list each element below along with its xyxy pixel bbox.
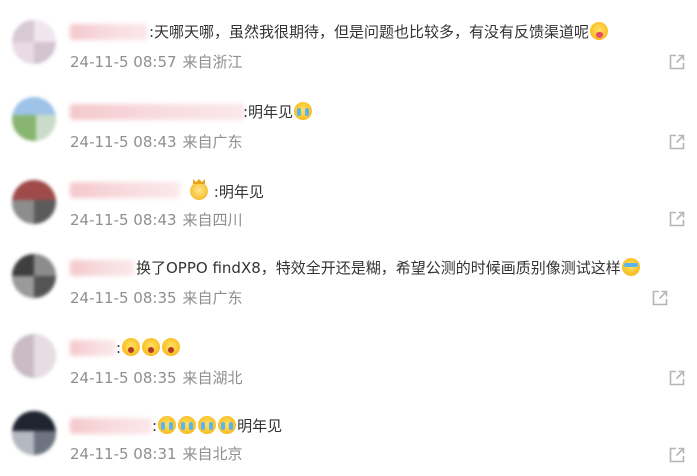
crying-emoji-icon xyxy=(158,416,177,434)
crying-emoji-icon xyxy=(178,416,197,434)
comment-item: :明年见 24-11-5 08:43 来自广东 xyxy=(0,80,697,160)
username-redacted[interactable] xyxy=(70,24,148,40)
comment-text: :明年见 xyxy=(243,102,313,122)
comment-item: 换了OPPO findX8，特效全开还是糊，希望公测的时候画质别像测试这样 24… xyxy=(0,238,697,318)
username-redacted[interactable] xyxy=(70,418,152,434)
comment-text-body: : xyxy=(152,417,158,435)
comment-text-body: :明年见 xyxy=(243,103,294,121)
comment-meta: 24-11-5 08:43 来自广东 xyxy=(70,132,243,152)
comment-item: :明年见 24-11-5 08:43 来自四川 xyxy=(0,160,697,240)
comment-meta: 24-11-5 08:35 来自广东 xyxy=(70,288,243,308)
comment-location: 来自浙江 xyxy=(182,53,243,71)
comment-location: 来自北京 xyxy=(182,445,243,463)
username-redacted[interactable] xyxy=(70,260,134,276)
comment-location: 来自广东 xyxy=(182,289,243,307)
comment-text: : 明年见 xyxy=(152,416,282,436)
comment-time: 24-11-5 08:35 xyxy=(70,369,177,387)
heart-eyes-emoji-icon xyxy=(590,22,609,40)
comment-text-body: : xyxy=(116,339,122,357)
username-redacted[interactable] xyxy=(70,340,116,356)
avatar[interactable] xyxy=(12,334,56,378)
comment-text-tail: 明年见 xyxy=(237,417,283,435)
comment-item: :天哪天哪，虽然我很期待，但是问题也比较多，有没有反馈渠道呢 24-11-5 0… xyxy=(0,0,697,80)
avatar[interactable] xyxy=(12,411,56,455)
avatar[interactable] xyxy=(12,97,56,141)
share-icon[interactable] xyxy=(668,133,686,151)
username-redacted[interactable] xyxy=(70,104,245,120)
share-icon[interactable] xyxy=(651,289,669,307)
share-icon[interactable] xyxy=(668,446,686,464)
shocked-emoji-icon xyxy=(162,338,181,356)
share-icon[interactable] xyxy=(668,369,686,387)
comment-item: : 24-11-5 08:35 来自湖北 xyxy=(0,318,697,398)
tears-of-joy-emoji-icon xyxy=(621,258,640,276)
comment-meta: 24-11-5 08:57 来自浙江 xyxy=(70,52,243,72)
comment-location: 来自四川 xyxy=(182,211,243,229)
share-icon[interactable] xyxy=(668,53,686,71)
comment-time: 24-11-5 08:31 xyxy=(70,445,177,463)
username-redacted[interactable] xyxy=(70,182,180,198)
comment-time: 24-11-5 08:43 xyxy=(70,211,177,229)
comment-location: 来自广东 xyxy=(182,133,243,151)
comment-text: :明年见 xyxy=(189,182,264,202)
crying-emoji-icon xyxy=(294,102,313,120)
share-icon[interactable] xyxy=(668,210,686,228)
comment-time: 24-11-5 08:57 xyxy=(70,53,177,71)
comment-meta: 24-11-5 08:31 来自北京 xyxy=(70,444,243,464)
comment-text: : xyxy=(116,338,181,358)
crying-emoji-icon xyxy=(198,416,217,434)
comment-text: :天哪天哪，虽然我很期待，但是问题也比较多，有没有反馈渠道呢 xyxy=(149,22,609,42)
comment-item: : 明年见 24-11-5 08:31 来自北京 xyxy=(0,396,697,476)
comment-meta: 24-11-5 08:43 来自四川 xyxy=(70,210,243,230)
comment-time: 24-11-5 08:35 xyxy=(70,289,177,307)
shocked-emoji-icon xyxy=(122,338,141,356)
avatar[interactable] xyxy=(12,20,56,64)
comment-text: 换了OPPO findX8，特效全开还是糊，希望公测的时候画质别像测试这样 xyxy=(136,258,641,278)
crown-emoji-icon xyxy=(190,182,208,200)
comment-text-body: 换了OPPO findX8，特效全开还是糊，希望公测的时候画质别像测试这样 xyxy=(136,259,621,277)
shocked-emoji-icon xyxy=(142,338,161,356)
avatar[interactable] xyxy=(12,254,56,298)
comment-location: 来自湖北 xyxy=(182,369,243,387)
comment-text-body: :明年见 xyxy=(213,183,264,201)
comment-time: 24-11-5 08:43 xyxy=(70,133,177,151)
comment-text-body: :天哪天哪，虽然我很期待，但是问题也比较多，有没有反馈渠道呢 xyxy=(149,23,590,41)
comment-meta: 24-11-5 08:35 来自湖北 xyxy=(70,368,243,388)
crying-emoji-icon xyxy=(218,416,237,434)
avatar[interactable] xyxy=(12,180,56,224)
